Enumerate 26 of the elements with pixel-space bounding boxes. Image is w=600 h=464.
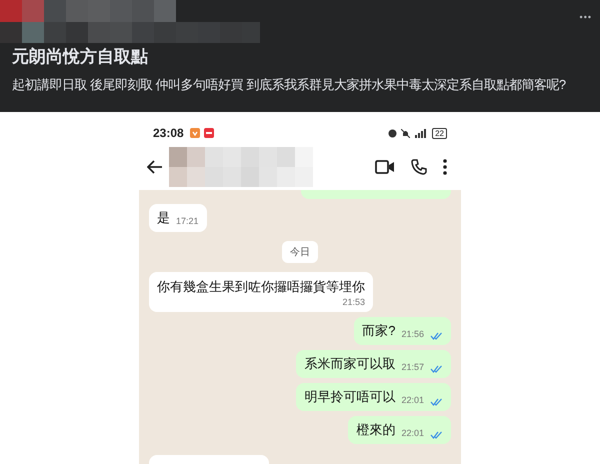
signal-icon [414, 128, 428, 138]
message-time: 22:01 [401, 394, 424, 406]
app-notification-icon [190, 128, 200, 138]
date-chip: 今日 [282, 241, 318, 263]
message-time: 21:53 [342, 296, 365, 308]
status-time: 23:08 [153, 126, 184, 140]
message-text: 而家? [362, 322, 396, 340]
message-time: 17:21 [176, 215, 199, 227]
message-text: 你有幾盒生果到咗你攞唔攞貨等埋你 [157, 278, 365, 296]
more-options-icon[interactable] [443, 159, 447, 175]
phone-call-icon[interactable] [411, 159, 427, 175]
message-text: 橙來的 [356, 421, 396, 439]
message-time: 21:56 [401, 328, 424, 340]
message-text: 明早拎可唔可以 [304, 388, 396, 406]
video-call-icon[interactable] [375, 160, 395, 174]
message-time: 21:57 [401, 361, 424, 373]
post-text: 起初講即日取 後尾即刻取 仲叫多句唔好買 到底系我系群見大家拼水果中毒太深定系自取點都簡客呢? [12, 76, 567, 94]
message-text: 是 [157, 209, 170, 227]
mute-bell-icon [401, 128, 410, 138]
post-title: 元朗尚悅方自取點 [12, 46, 149, 68]
app-notification-icon [204, 128, 214, 138]
message-text: 系米而家可以取 [304, 355, 396, 373]
more-menu-icon[interactable]: ••• [580, 12, 592, 22]
message-time: 22:01 [401, 427, 424, 439]
back-arrow-icon[interactable] [147, 160, 163, 174]
battery-level: 22 [432, 128, 447, 138]
